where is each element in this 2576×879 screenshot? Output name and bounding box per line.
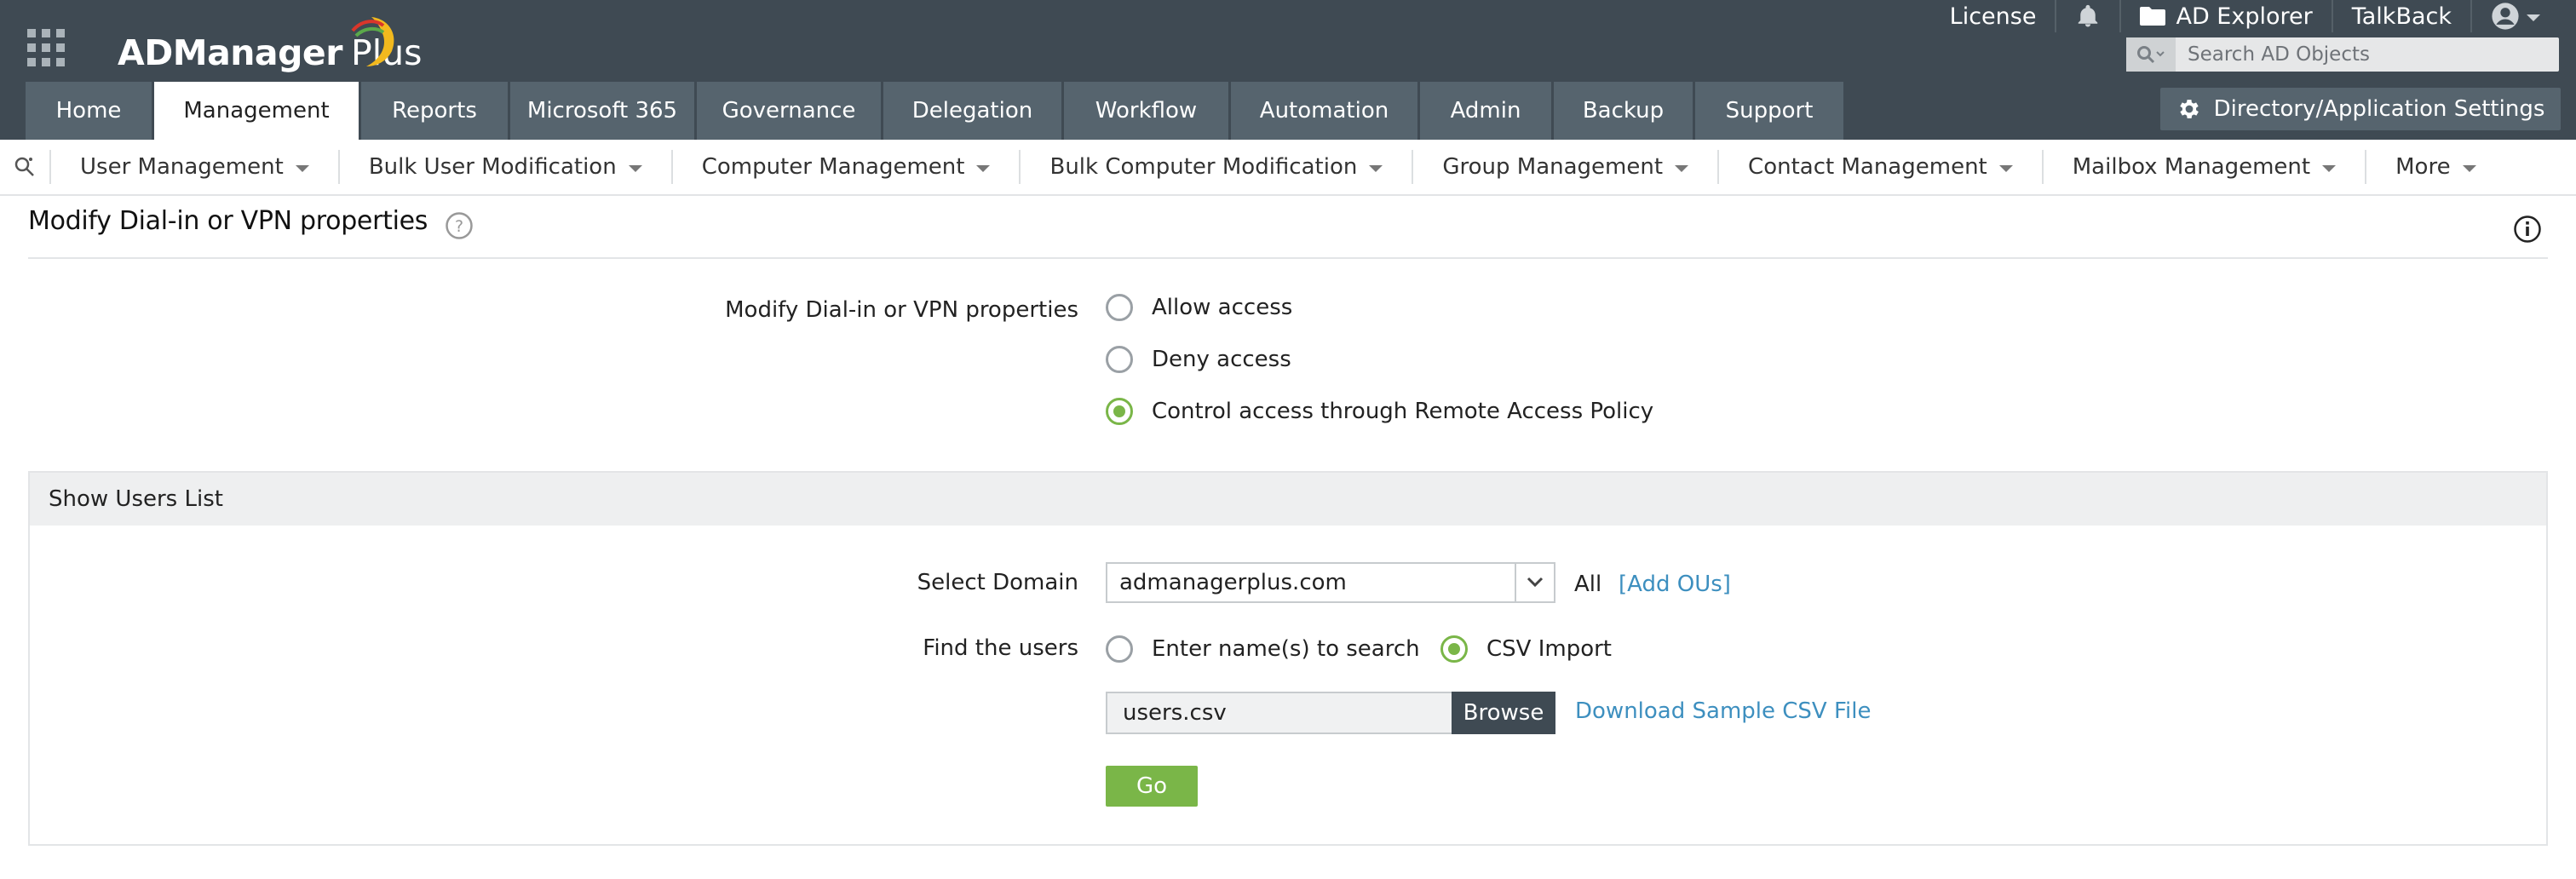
option-label: CSV Import	[1486, 636, 1612, 662]
license-link-label: License	[1949, 3, 2037, 30]
page-title: Modify Dial-in or VPN properties	[28, 206, 428, 236]
radio-deny-access[interactable]	[1106, 346, 1133, 373]
radio-allow-access[interactable]	[1106, 294, 1133, 321]
domain-select[interactable]: admanagerplus.com	[1106, 562, 1555, 603]
option-label: Control access through Remote Access Pol…	[1152, 399, 1654, 424]
ad-explorer-label: AD Explorer	[2176, 3, 2313, 30]
tab-home[interactable]: Home	[26, 82, 152, 140]
subnav-label: User Management	[80, 154, 284, 180]
option-allow-access[interactable]: Allow access	[1106, 294, 1292, 321]
info-icon[interactable]	[2513, 215, 2542, 244]
subnav-label: Bulk User Modification	[368, 154, 617, 180]
subnav-user-management[interactable]: User Management	[49, 150, 338, 184]
subnav-group-management[interactable]: Group Management	[1412, 150, 1717, 184]
search-input[interactable]	[2176, 37, 2559, 72]
panel-header: Show Users List	[30, 473, 2546, 526]
menu-search-button[interactable]	[0, 139, 49, 195]
tab-governance[interactable]: Governance	[697, 82, 881, 140]
select-domain-label: Select Domain	[917, 570, 1078, 595]
talkback-label: TalkBack	[2351, 3, 2452, 30]
tab-management[interactable]: Management	[154, 82, 359, 140]
tab-support[interactable]: Support	[1695, 82, 1843, 140]
radio-enter-names[interactable]	[1106, 635, 1133, 663]
domain-value: admanagerplus.com	[1119, 570, 1347, 595]
subnav-label: More	[2395, 154, 2451, 180]
svg-text:?: ?	[455, 217, 463, 236]
tab-delegation[interactable]: Delegation	[883, 82, 1061, 140]
subnav-bulk-computer-modification[interactable]: Bulk Computer Modification	[1019, 150, 1412, 184]
option-label: Enter name(s) to search	[1152, 636, 1420, 662]
title-divider	[28, 257, 2548, 259]
option-remote-access-policy[interactable]: Control access through Remote Access Pol…	[1106, 398, 1653, 425]
search-icon	[2137, 46, 2165, 64]
ou-scope-label: All	[1574, 572, 1602, 597]
subnav-more[interactable]: More	[2365, 150, 2504, 184]
chevron-down-icon	[2322, 165, 2337, 172]
add-ous-link[interactable]: [Add OUs]	[1619, 572, 1731, 597]
user-menu-button[interactable]	[2470, 0, 2559, 32]
logo-swoosh-icon	[351, 17, 394, 66]
subnav-label: Mailbox Management	[2072, 154, 2311, 180]
chevron-down-icon	[295, 165, 309, 172]
tab-admin[interactable]: Admin	[1420, 82, 1551, 140]
go-button[interactable]: Go	[1106, 766, 1198, 807]
tab-workflow[interactable]: Workflow	[1064, 82, 1228, 140]
vpn-option-label: Modify Dial-in or VPN properties	[725, 297, 1078, 323]
top-header: ADManager Plus License AD Explorer TalkB…	[0, 0, 2576, 140]
directory-settings-button[interactable]: Directory/Application Settings	[2160, 88, 2561, 130]
chevron-down-icon	[628, 165, 642, 172]
option-deny-access[interactable]: Deny access	[1106, 346, 1291, 373]
talkback-link[interactable]: TalkBack	[2331, 0, 2470, 32]
option-label: Allow access	[1152, 295, 1293, 320]
download-sample-csv-link[interactable]: Download Sample CSV File	[1575, 698, 1871, 724]
notifications-button[interactable]	[2055, 0, 2119, 32]
radio-csv-import[interactable]	[1440, 635, 1468, 663]
help-icon[interactable]: ?	[445, 211, 474, 240]
menu-search-icon	[14, 157, 34, 176]
subnav-mailbox-management[interactable]: Mailbox Management	[2041, 150, 2365, 184]
tab-backup[interactable]: Backup	[1554, 82, 1693, 140]
chevron-down-icon	[1998, 165, 2013, 172]
user-avatar-icon	[2492, 3, 2519, 30]
folder-icon	[2140, 7, 2166, 26]
sub-navigation: User Management Bulk User Modification C…	[0, 140, 2576, 196]
subnav-label: Computer Management	[701, 154, 965, 180]
gear-icon	[2179, 100, 2199, 118]
chevron-down-icon	[2527, 14, 2540, 21]
csv-file-field[interactable]: users.csv	[1106, 692, 1452, 734]
option-csv-import[interactable]: CSV Import	[1440, 635, 1612, 663]
tab-automation[interactable]: Automation	[1231, 82, 1417, 140]
chevron-down-icon	[1675, 165, 1689, 172]
logo-text: ADManager	[118, 32, 342, 73]
subnav-contact-management[interactable]: Contact Management	[1717, 150, 2042, 184]
option-enter-names[interactable]: Enter name(s) to search	[1106, 635, 1420, 663]
radio-remote-access-policy[interactable]	[1106, 398, 1133, 425]
option-label: Deny access	[1152, 347, 1291, 372]
top-links: License AD Explorer TalkBack	[1931, 0, 2559, 32]
tab-microsoft-365[interactable]: Microsoft 365	[510, 82, 694, 140]
browse-button[interactable]: Browse	[1452, 692, 1555, 734]
bell-icon	[2079, 4, 2098, 27]
tab-reports[interactable]: Reports	[361, 82, 508, 140]
chevron-down-icon	[976, 165, 991, 172]
ad-explorer-link[interactable]: AD Explorer	[2119, 0, 2331, 32]
subnav-label: Bulk Computer Modification	[1049, 154, 1358, 180]
license-link[interactable]: License	[1931, 0, 2056, 32]
subnav-label: Contact Management	[1748, 154, 1987, 180]
chevron-down-icon	[1369, 165, 1383, 172]
search-options-button[interactable]	[2126, 37, 2176, 72]
main-tabs: Home Management Reports Microsoft 365 Go…	[26, 82, 1846, 140]
find-users-label: Find the users	[923, 635, 1078, 661]
chevron-down-icon	[2462, 165, 2476, 172]
product-logo[interactable]: ADManager Plus	[118, 17, 422, 78]
subnav-bulk-user-modification[interactable]: Bulk User Modification	[337, 150, 671, 184]
chevron-down-icon	[1527, 577, 1544, 588]
directory-settings-label: Directory/Application Settings	[2213, 96, 2545, 122]
ad-objects-search	[2126, 37, 2559, 72]
subnav-computer-management[interactable]: Computer Management	[670, 150, 1020, 184]
subnav-label: Group Management	[1442, 154, 1664, 180]
app-grid-icon[interactable]	[27, 29, 65, 66]
domain-dropdown-button[interactable]	[1515, 564, 1554, 601]
